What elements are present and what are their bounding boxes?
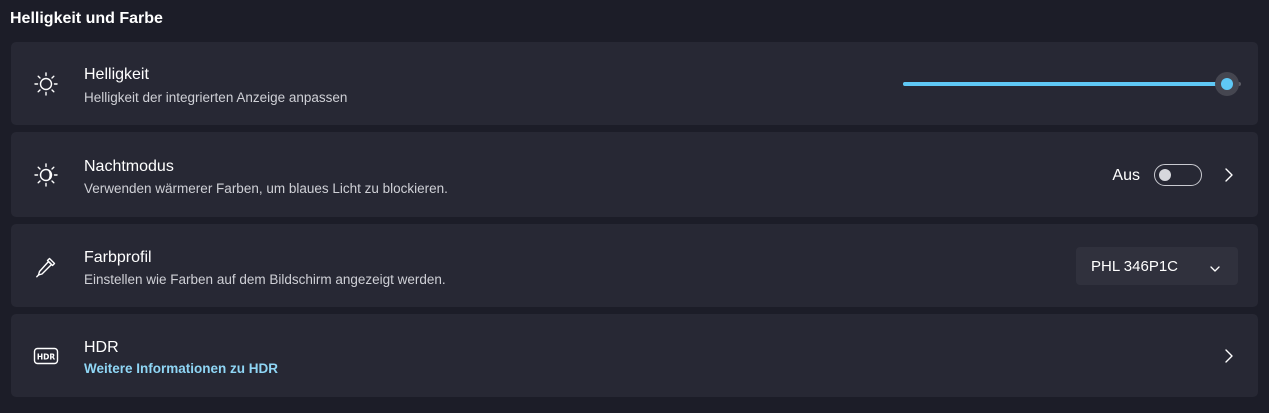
hdr-icon: HDR xyxy=(33,343,59,369)
brightness-title: Helligkeit xyxy=(84,66,149,83)
chevron-down-icon xyxy=(1209,261,1221,272)
color-profile-subtitle: Einstellen wie Farben auf dem Bildschirm… xyxy=(84,272,446,287)
chevron-right-icon[interactable] xyxy=(1223,167,1235,183)
hdr-title: HDR xyxy=(84,339,119,356)
night-mode-card[interactable]: Nachtmodus Verwenden wärmerer Farben, um… xyxy=(11,132,1258,217)
dropdown-value: PHL 346P1C xyxy=(1091,258,1178,275)
night-mode-state-label: Aus xyxy=(1112,167,1140,184)
settings-page: Helligkeit und Farbe Helligkeit Helligke… xyxy=(0,0,1269,413)
slider-thumb[interactable] xyxy=(1215,72,1240,96)
toggle-knob xyxy=(1159,169,1171,181)
eyedropper-icon xyxy=(33,254,59,280)
sun-icon xyxy=(33,71,59,97)
night-mode-subtitle: Verwenden wärmerer Farben, um blaues Lic… xyxy=(84,181,448,196)
section-title: Helligkeit und Farbe xyxy=(10,10,163,27)
night-mode-icon xyxy=(33,162,59,188)
color-profile-dropdown[interactable]: PHL 346P1C xyxy=(1076,247,1238,285)
night-mode-title: Nachtmodus xyxy=(84,158,174,175)
chevron-right-icon[interactable] xyxy=(1223,348,1235,364)
hdr-card[interactable]: HDR HDR Weitere Informationen zu HDR xyxy=(11,314,1258,397)
color-profile-title: Farbprofil xyxy=(84,249,152,266)
night-mode-toggle[interactable] xyxy=(1154,164,1202,186)
brightness-card: Helligkeit Helligkeit der integrierten A… xyxy=(11,42,1258,125)
color-profile-card: Farbprofil Einstellen wie Farben auf dem… xyxy=(11,224,1258,307)
svg-text:HDR: HDR xyxy=(37,352,56,361)
brightness-slider[interactable] xyxy=(903,72,1241,96)
brightness-subtitle: Helligkeit der integrierten Anzeige anpa… xyxy=(84,90,348,105)
slider-fill xyxy=(903,82,1228,86)
hdr-info-link[interactable]: Weitere Informationen zu HDR xyxy=(84,361,278,376)
